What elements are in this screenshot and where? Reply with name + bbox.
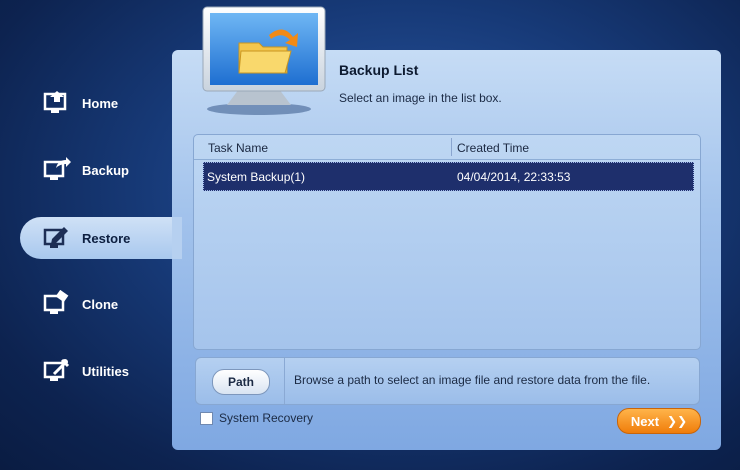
- path-bar: Path Browse a path to select an image fi…: [195, 357, 700, 405]
- sidebar: Home Backup Restore Clone Utilities: [0, 0, 190, 470]
- sidebar-item-restore[interactable]: Restore: [20, 217, 190, 259]
- next-label: Next: [630, 413, 660, 429]
- column-header-created-time[interactable]: Created Time: [457, 141, 529, 155]
- path-button[interactable]: Path: [212, 369, 270, 395]
- double-chevron-right-icon: ❯❯: [667, 414, 688, 428]
- monitor-folder-icon: [199, 5, 329, 117]
- sidebar-item-label: Clone: [82, 296, 119, 312]
- restore-icon: [42, 224, 72, 252]
- utilities-icon: [42, 357, 72, 385]
- backup-list[interactable]: Task Name Created Time System Backup(1) …: [193, 134, 701, 350]
- sidebar-item-label: Utilities: [82, 363, 129, 379]
- page-title: Backup List: [339, 62, 419, 78]
- next-button[interactable]: Next ❯❯: [617, 408, 701, 434]
- column-header-task-name[interactable]: Task Name: [208, 141, 268, 155]
- clone-icon: [42, 289, 72, 318]
- system-recovery-checkbox[interactable]: [200, 411, 213, 425]
- sidebar-item-label: Backup: [82, 162, 129, 178]
- page-subtitle: Select an image in the list box.: [339, 91, 502, 105]
- table-row[interactable]: System Backup(1) 04/04/2014, 22:33:53: [203, 162, 694, 191]
- path-description: Browse a path to select an image file an…: [294, 373, 651, 387]
- backup-icon: [42, 156, 72, 184]
- created-time-cell: 04/04/2014, 22:33:53: [457, 170, 571, 184]
- system-recovery-label: System Recovery: [219, 411, 314, 425]
- home-icon: [42, 89, 72, 117]
- system-recovery-option[interactable]: System Recovery: [200, 411, 313, 425]
- sidebar-item-utilities[interactable]: Utilities: [20, 350, 185, 392]
- task-name-cell: System Backup(1): [207, 170, 306, 184]
- sidebar-item-label: Restore: [82, 230, 131, 246]
- path-button-zone: Path: [196, 358, 285, 404]
- sidebar-item-label: Home: [82, 95, 119, 111]
- sidebar-item-backup[interactable]: Backup: [20, 149, 185, 191]
- list-header: Task Name Created Time: [194, 135, 700, 160]
- sidebar-item-home[interactable]: Home: [20, 82, 185, 124]
- sidebar-item-clone[interactable]: Clone: [20, 283, 185, 325]
- column-divider[interactable]: [451, 138, 452, 156]
- active-tab-bridge: [172, 217, 182, 259]
